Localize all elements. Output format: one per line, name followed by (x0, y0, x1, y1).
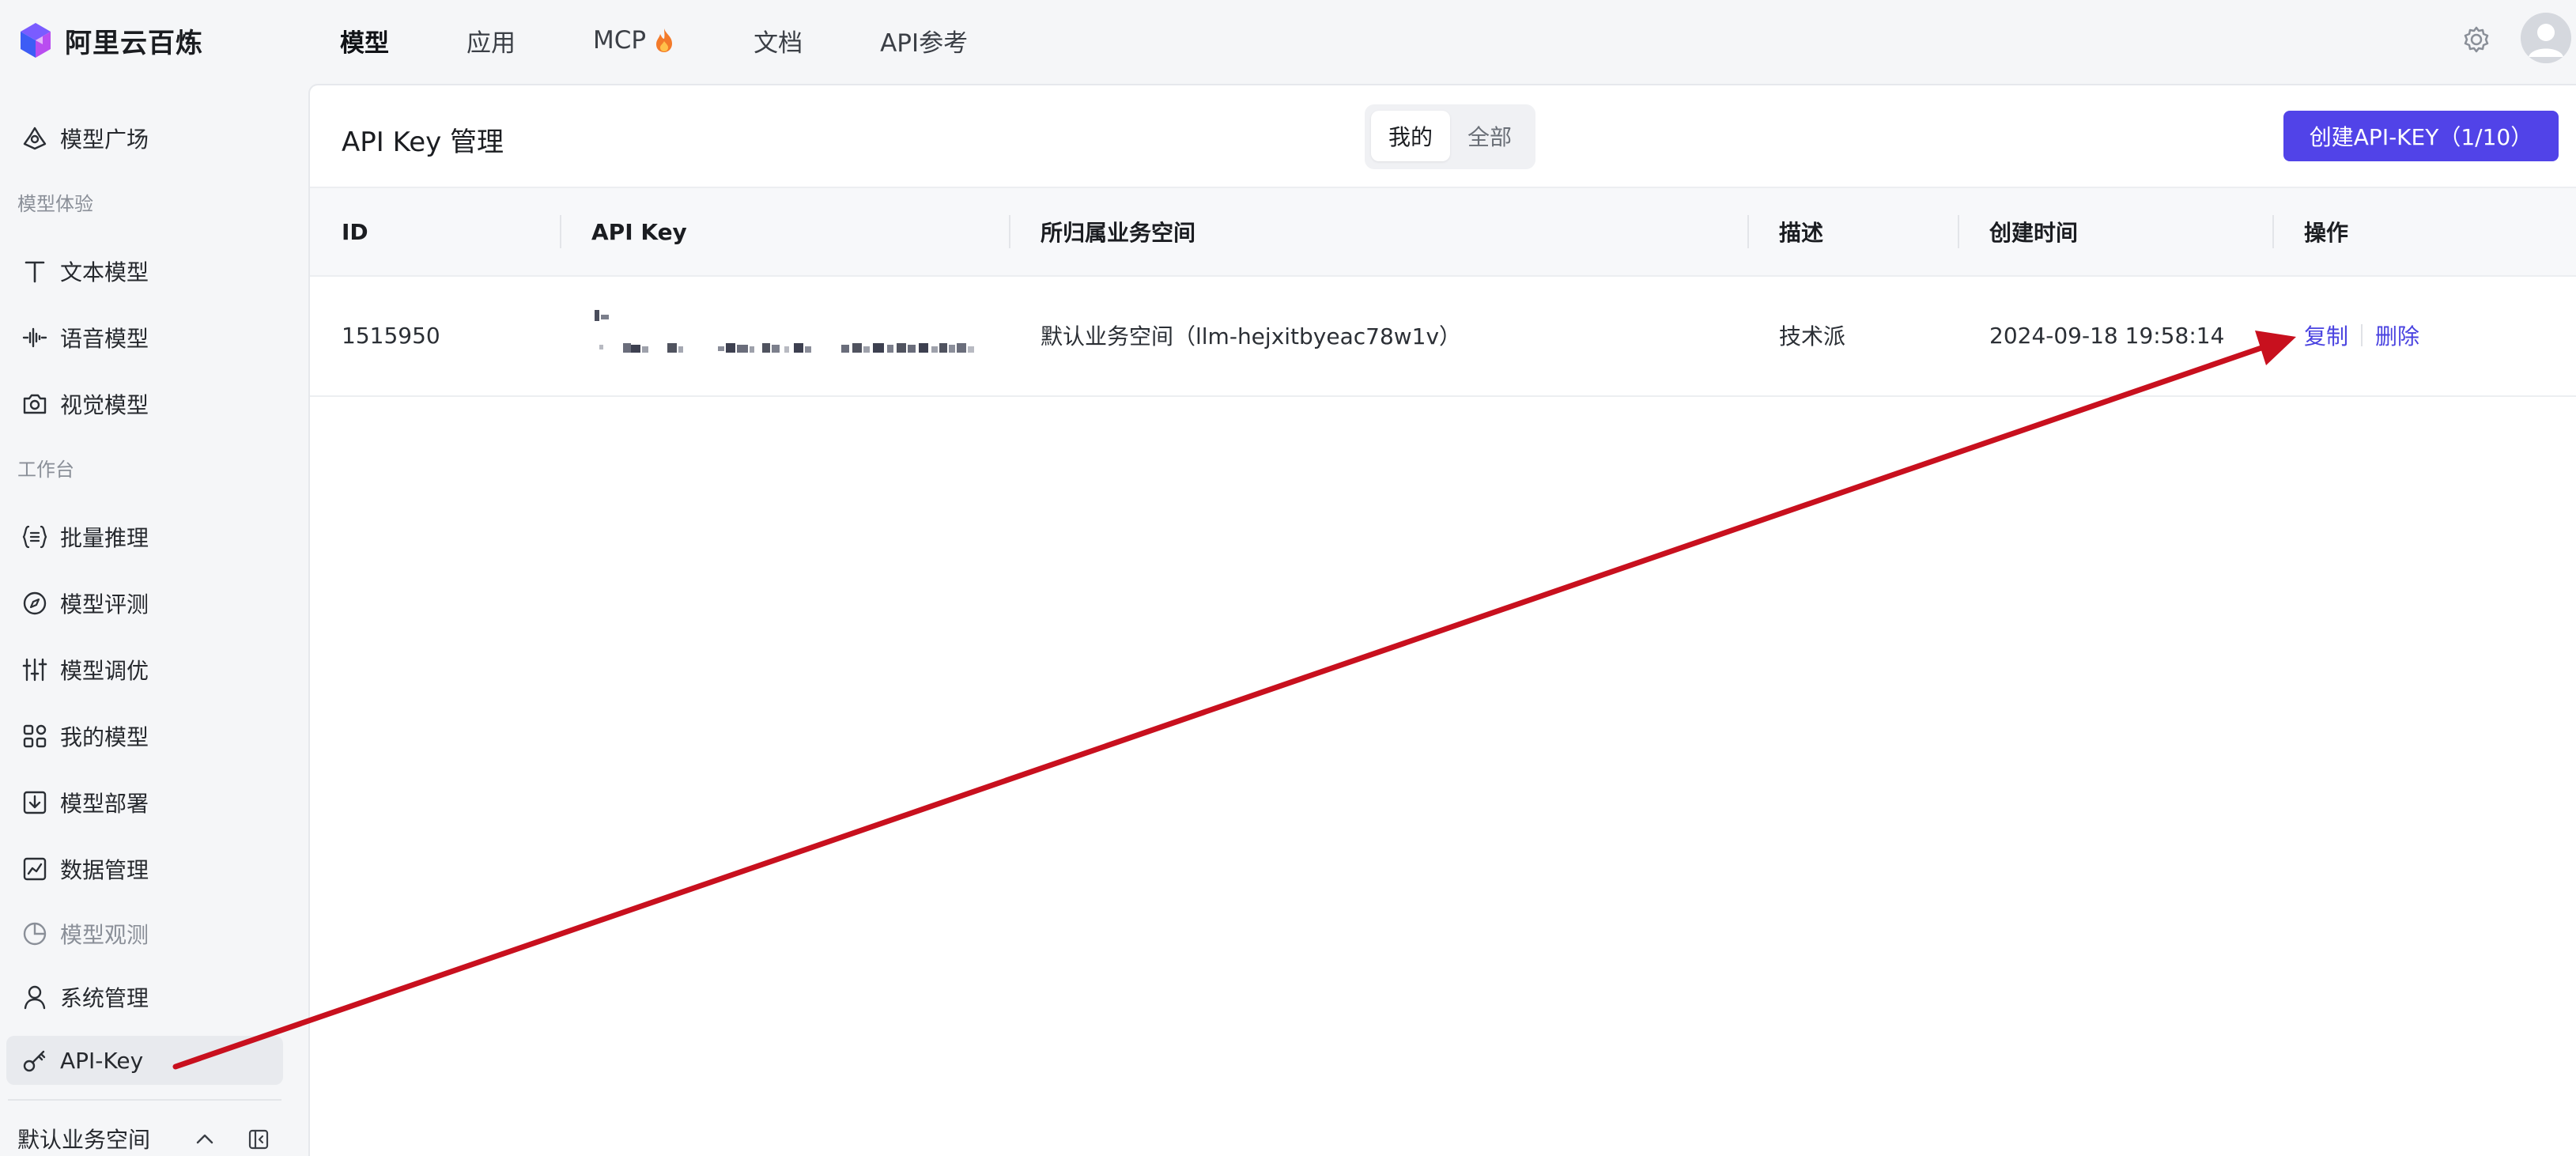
action-divider (2361, 324, 2363, 346)
sidebar-item-label: 语音模型 (60, 326, 149, 352)
sidebar-item-label: 模型部署 (60, 791, 149, 817)
sidebar-item-label: 模型观测 (60, 922, 149, 948)
column-divider (1958, 215, 1959, 248)
column-header-api-key: API Key (591, 218, 687, 245)
chevron-up-icon[interactable] (193, 1128, 217, 1151)
avatar-icon (2521, 13, 2571, 63)
sidebar-section-workbench: 工作台 (17, 459, 74, 481)
nav-mcp[interactable]: MCP (593, 26, 676, 55)
sidebar-item-text-model[interactable]: 文本模型 (6, 247, 283, 296)
copy-link[interactable]: 复制 (2304, 319, 2348, 351)
sidebar-item-model-deploy[interactable]: 模型部署 (6, 778, 283, 827)
create-api-key-button[interactable]: 创建API-KEY（1/10） (2283, 111, 2559, 161)
chart-icon (19, 853, 51, 885)
flame-icon (656, 28, 673, 52)
column-header-description: 描述 (1779, 220, 1824, 246)
sidebar-item-my-models[interactable]: 我的模型 (6, 712, 283, 761)
column-divider (1009, 215, 1010, 248)
sliders-icon (19, 654, 51, 686)
sidebar-item-batch-inference[interactable]: 批量推理 (6, 512, 283, 561)
column-header-created-at: 创建时间 (1989, 220, 2079, 246)
column-divider (1747, 215, 1749, 248)
masked-api-key[interactable] (591, 307, 987, 370)
tab-all[interactable]: 全部 (1450, 111, 1529, 161)
sidebar-item-voice-model[interactable]: 语音模型 (6, 313, 283, 362)
sidebar-item-label: 文本模型 (60, 259, 149, 285)
sidebar-item-label: 模型评测 (60, 591, 149, 618)
batch-icon (19, 521, 51, 553)
deploy-icon (19, 787, 51, 818)
text-icon (19, 255, 51, 287)
top-navigation-bar: 阿里云百炼 模型 应用 MCP 文档 API参考 (0, 0, 2576, 82)
bailian-logo-icon (21, 23, 51, 58)
sidebar-section-experience: 模型体验 (17, 193, 93, 215)
sidebar: 模型广场 模型体验 文本模型 语音模型 视觉模型 工作台 批量推理 模型评测 模… (0, 82, 307, 1154)
column-divider (560, 215, 561, 248)
nav-apps[interactable]: 应用 (466, 23, 516, 59)
sidebar-item-label: 数据管理 (60, 857, 149, 883)
brand-name: 阿里云百炼 (65, 27, 203, 59)
cell-created-at: 2024-09-18 19:58:14 (1989, 322, 2225, 349)
sidebar-item-label: 模型调优 (60, 658, 149, 684)
workspace-switcher[interactable]: 默认业务空间 (17, 1123, 286, 1154)
top-nav: 模型 应用 MCP 文档 API参考 (340, 19, 1045, 62)
camera-icon (19, 388, 51, 420)
pie-icon (19, 918, 51, 950)
table-header: ID API Key 所归属业务空间 描述 创建时间 操作 (310, 187, 2576, 277)
sidebar-divider (8, 1099, 281, 1101)
workspace-label: 默认业务空间 (17, 1127, 151, 1153)
column-header-workspace: 所归属业务空间 (1041, 220, 1196, 246)
model-square-icon (19, 123, 51, 154)
nav-api-reference[interactable]: API参考 (880, 23, 968, 59)
nav-docs[interactable]: 文档 (754, 23, 803, 59)
sidebar-item-label: 我的模型 (60, 724, 149, 750)
sidebar-item-label: 视觉模型 (60, 392, 149, 418)
nav-apps-label: 应用 (466, 28, 516, 58)
cell-id: 1515950 (342, 322, 440, 349)
sidebar-item-label: 模型广场 (60, 127, 149, 153)
key-icon (19, 1045, 51, 1076)
sidebar-item-model-square[interactable]: 模型广场 (6, 114, 283, 163)
nav-models[interactable]: 模型 (340, 23, 389, 59)
collapse-sidebar-icon[interactable] (247, 1128, 270, 1151)
sidebar-item-model-evaluation[interactable]: 模型评测 (6, 579, 283, 628)
sidebar-item-model-observation[interactable]: 模型观测 (6, 909, 283, 958)
grid-icon (19, 720, 51, 752)
cell-description: 技术派 (1779, 323, 1846, 349)
user-avatar[interactable] (2521, 13, 2571, 63)
brand-logo[interactable]: 阿里云百炼 (16, 19, 203, 62)
column-header-id: ID (342, 218, 368, 245)
cell-workspace: 默认业务空间（llm-hejxitbyeac78w1v） (1041, 323, 1462, 349)
column-header-actions: 操作 (2304, 220, 2349, 246)
nav-mcp-label: MCP (593, 26, 647, 55)
page-title: API Key 管理 (342, 127, 504, 158)
cell-actions: 复制 删除 (2304, 275, 2419, 395)
sidebar-item-label: 批量推理 (60, 525, 149, 551)
sidebar-item-label: API-Key (60, 1047, 144, 1074)
delete-link[interactable]: 删除 (2375, 319, 2419, 351)
gear-icon[interactable] (2461, 24, 2492, 55)
waveform-icon (19, 322, 51, 353)
sidebar-item-label: 系统管理 (60, 985, 149, 1011)
column-divider (2272, 215, 2274, 248)
sidebar-item-model-tuning[interactable]: 模型调优 (6, 645, 283, 694)
nav-docs-label: 文档 (754, 28, 803, 58)
sidebar-item-data-management[interactable]: 数据管理 (6, 844, 283, 893)
api-key-panel: API Key 管理 我的 全部 创建API-KEY（1/10） ID API … (308, 84, 2576, 1156)
ownership-tabs: 我的 全部 (1365, 104, 1535, 169)
compass-icon (19, 587, 51, 619)
sidebar-item-vision-model[interactable]: 视觉模型 (6, 380, 283, 429)
sidebar-item-api-key[interactable]: API-Key (6, 1036, 283, 1085)
user-icon (19, 981, 51, 1013)
tab-mine[interactable]: 我的 (1371, 111, 1450, 161)
nav-api-reference-label: API参考 (880, 28, 969, 58)
table-row: 1515950 默认业务空间（llm-hejxitbyeac78w1v） 技术派… (310, 275, 2576, 397)
nav-models-label: 模型 (340, 28, 389, 58)
sidebar-item-system-management[interactable]: 系统管理 (6, 973, 283, 1022)
